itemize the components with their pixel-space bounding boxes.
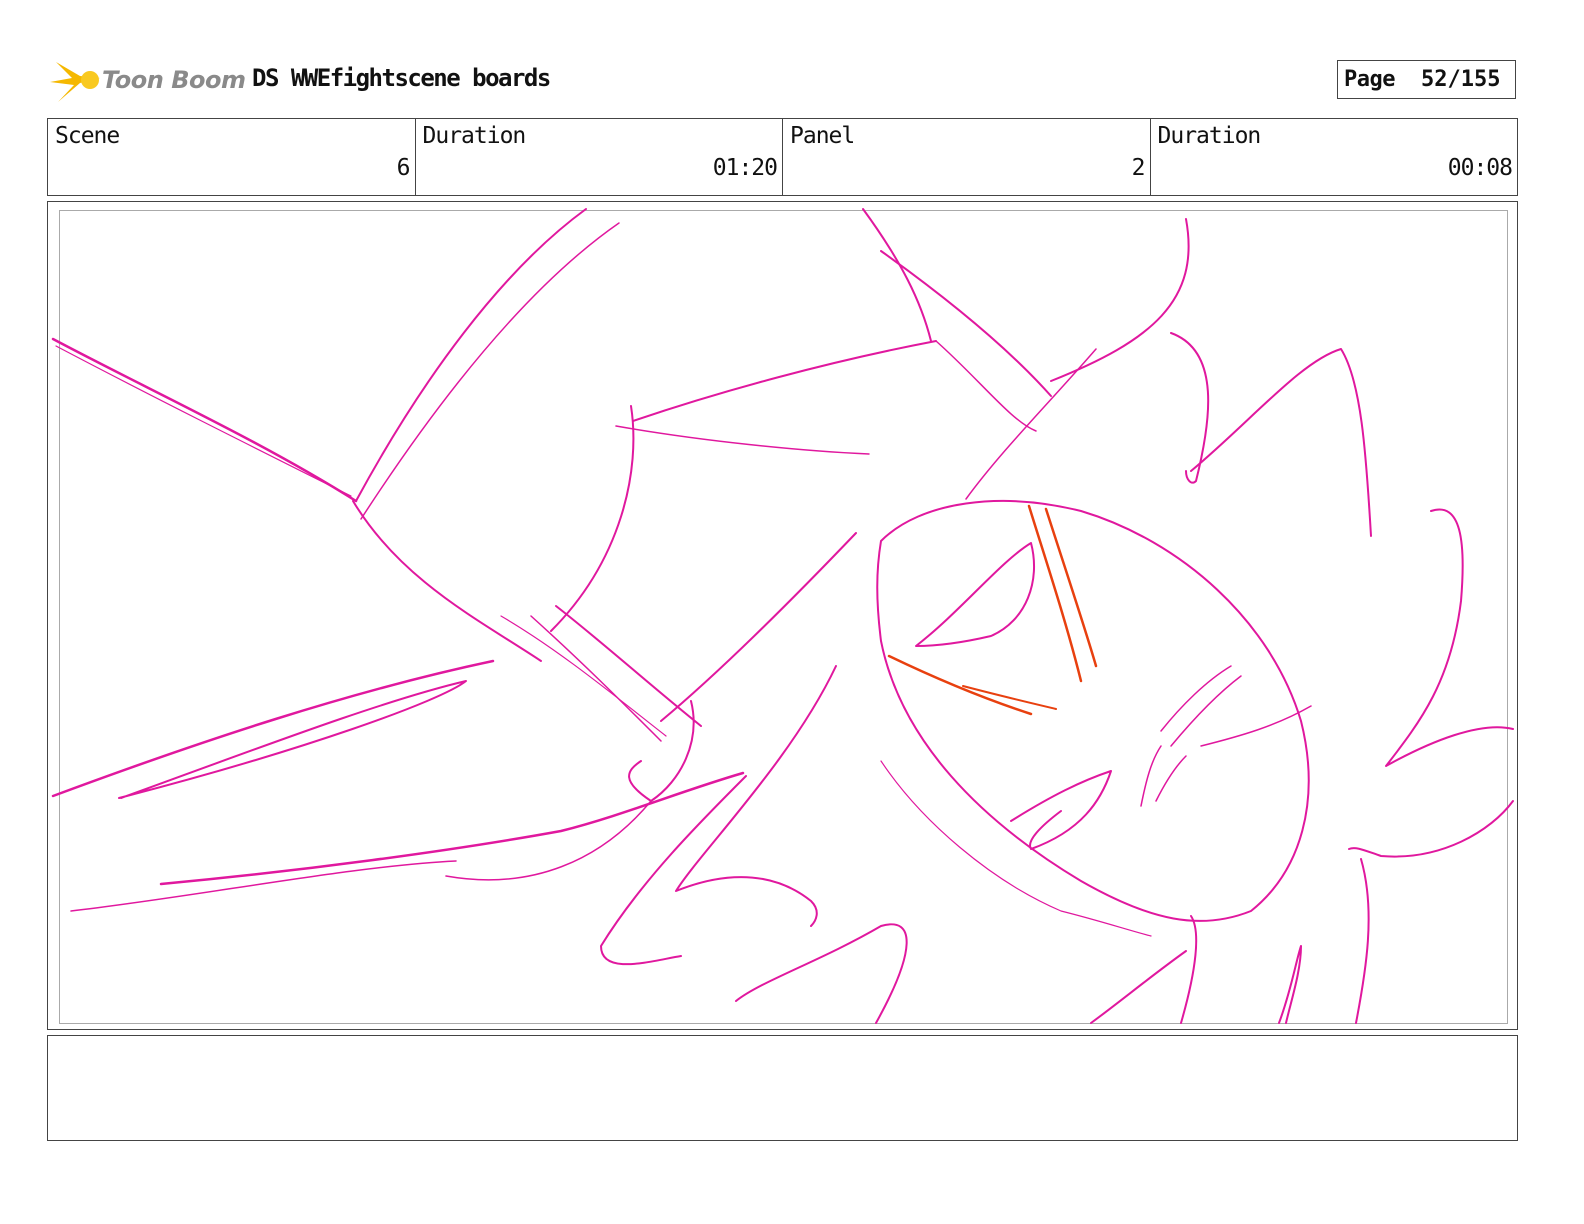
sketch-arm-lower [352, 500, 542, 662]
sketch-cheek-lines-5 [1200, 705, 1312, 747]
scene-duration-cell: Duration 01:20 [416, 119, 783, 195]
sketch-fist-1 [660, 532, 857, 722]
sketch-body-5 [1180, 915, 1198, 1024]
logo-star-icon [50, 62, 100, 102]
sketch-forearm [550, 405, 635, 632]
storyboard-panel [47, 201, 1518, 1030]
sketch-eye-line [887, 654, 1033, 716]
toon-boom-logo: Toon Boom [50, 56, 246, 108]
sketch-forearm-top [632, 340, 937, 422]
panel-cell: Panel 2 [783, 119, 1151, 195]
sketch-leg-1 [51, 659, 495, 798]
panel-label: Panel [790, 123, 855, 149]
sketch-leg-2 [118, 680, 467, 799]
sketch-body-4 [1090, 950, 1187, 1024]
scene-cell: Scene 6 [48, 119, 416, 195]
sketch-body-1 [675, 665, 837, 927]
sketch-body-6 [1278, 945, 1302, 1024]
sketch-cheek-lines-2 [1170, 675, 1242, 747]
panel-value: 2 [1131, 155, 1146, 181]
page-number: 52/155 [1420, 67, 1501, 92]
sketch-forearm-2 [615, 425, 870, 455]
sketch-body-7 [1355, 858, 1370, 1024]
sketch-arm-top-edge-2 [55, 345, 352, 497]
sketch-fist-5 [628, 700, 695, 802]
sketch-spike-4 [1348, 800, 1514, 858]
sketch-hair-top [1050, 218, 1190, 382]
panel-info-row: Scene 6 Duration 01:20 Panel 2 Duration … [47, 118, 1518, 196]
sketch-cheek-lines-1 [1160, 665, 1232, 732]
document-title: DS WWEfightscene boards [252, 64, 551, 92]
sketch-body-3 [735, 923, 908, 1024]
sketch-shoulder-right [862, 208, 932, 342]
sketch-hair-line [965, 348, 1097, 500]
sketch-head-outline [876, 500, 1310, 922]
page-label: Page [1344, 67, 1395, 92]
sketch-shoulder-right-2 [880, 250, 1052, 397]
sketch-cheek-lines-4 [1155, 755, 1187, 802]
panel-duration-value: 00:08 [1447, 155, 1513, 181]
sketch-spike-2 [1190, 348, 1372, 537]
panel-duration-label: Duration [1157, 123, 1262, 149]
notes-box [47, 1035, 1518, 1141]
sketch-eye-left [915, 542, 1036, 647]
scene-duration-label: Duration [422, 123, 527, 149]
sketch-arm-upper [355, 208, 587, 502]
scene-duration-value: 01:20 [712, 155, 778, 181]
sketch-arm-top-edge [51, 337, 358, 503]
scene-value: 6 [396, 155, 411, 181]
sketch-mouth [1010, 770, 1112, 850]
sketch-jaw [880, 760, 1152, 937]
sketch-fist-3 [530, 615, 662, 742]
sketch-shoulder-right-3 [935, 340, 1037, 432]
sketch-arm-upper-2 [360, 222, 620, 520]
sketch-body-2 [600, 775, 747, 966]
sketch-leg-4 [70, 860, 457, 912]
logo-text: Toon Boom [102, 66, 246, 94]
page-indicator: Page 52/155 [1337, 60, 1516, 99]
scene-label: Scene [55, 123, 120, 149]
storyboard-sketch [51, 208, 1514, 1024]
sketch-leg-3 [159, 771, 745, 886]
sketch-spike-3 [1385, 508, 1514, 767]
panel-duration-cell: Duration 00:08 [1151, 119, 1518, 195]
